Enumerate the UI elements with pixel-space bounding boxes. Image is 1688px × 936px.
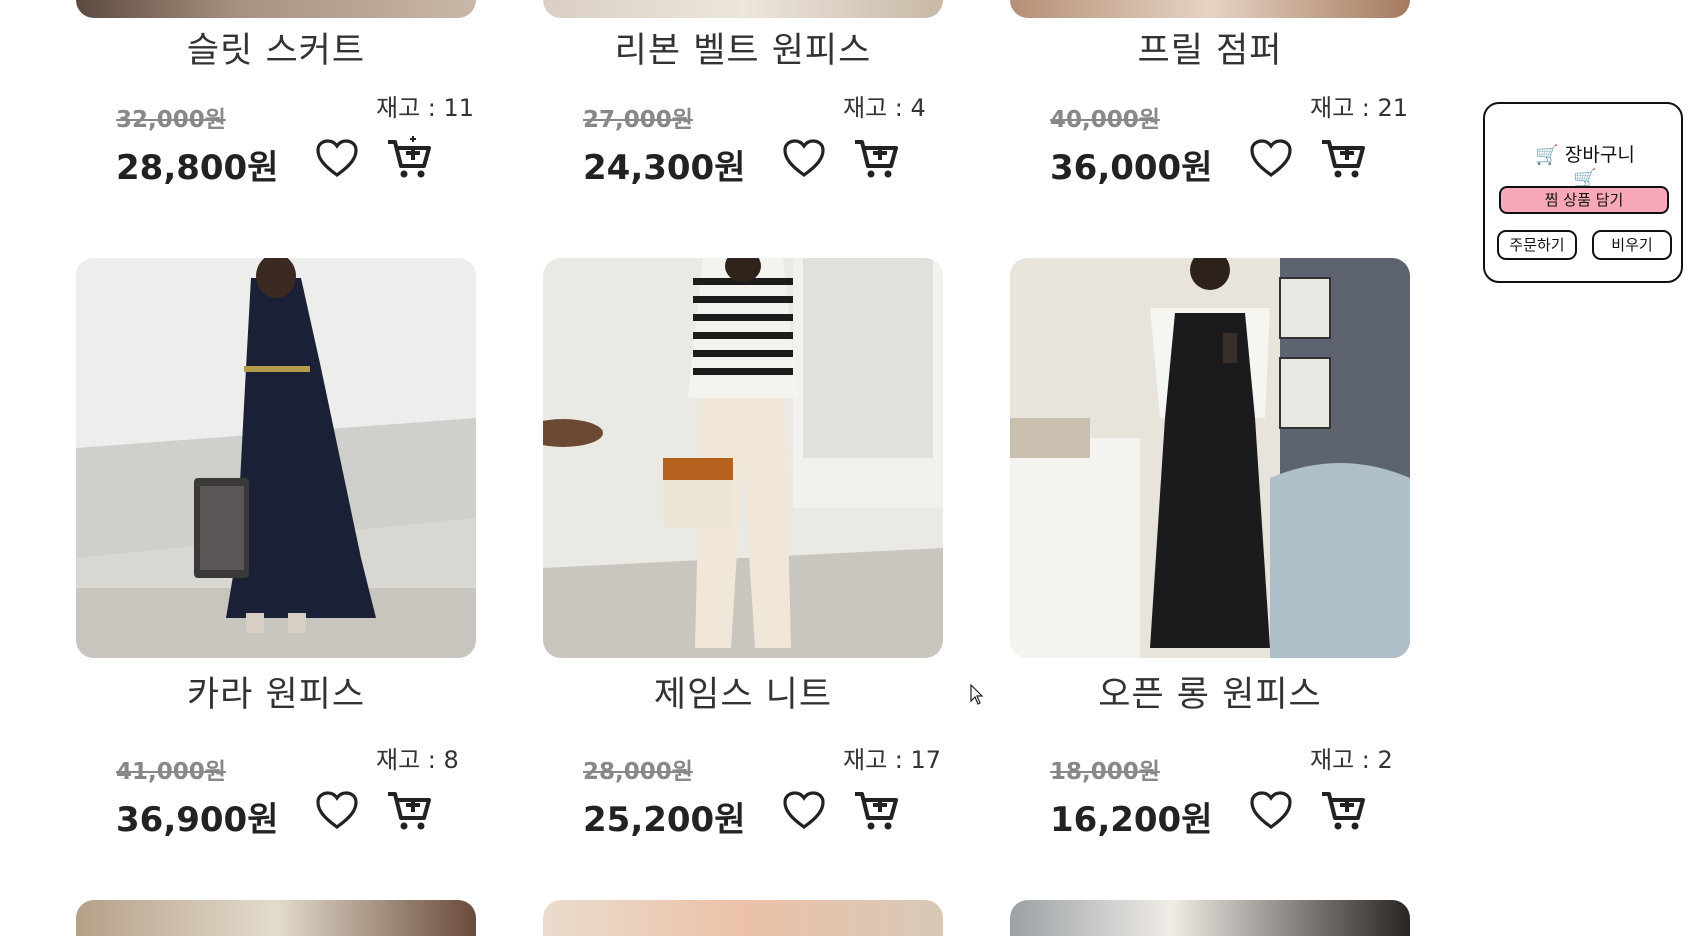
product-card[interactable]: 제임스 니트 28,000원 25,200원 재고 : 17 — [543, 258, 943, 848]
original-price: 27,000원 — [583, 107, 693, 133]
stock-count: 재고 : 8 — [376, 746, 459, 774]
original-price: 41,000원 — [116, 759, 226, 785]
cart-plus-icon[interactable] — [853, 786, 899, 832]
heart-icon[interactable] — [782, 138, 826, 178]
original-price: 32,000원 — [116, 107, 226, 133]
sale-price: 25,200원 — [583, 800, 746, 840]
stock-count: 재고 : 11 — [376, 94, 475, 122]
product-title: 프릴 점퍼 — [1137, 31, 1283, 71]
heart-icon[interactable] — [782, 790, 826, 830]
product-title: 오픈 롱 원피스 — [1098, 675, 1322, 715]
bottom-photo-2 — [543, 900, 943, 936]
top-photo-2 — [543, 0, 943, 18]
product-card[interactable]: 프릴 점퍼 40,000원 36,000원 재고 : 21 — [1010, 28, 1410, 208]
stock-count: 재고 : 2 — [1310, 746, 1393, 774]
sale-price: 28,800원 — [116, 148, 279, 188]
top-photo-1 — [76, 0, 476, 18]
heart-icon[interactable] — [315, 790, 359, 830]
order-button[interactable]: 주문하기 — [1497, 230, 1577, 260]
product-card[interactable]: 리본 벨트 원피스 27,000원 24,300원 재고 : 4 — [543, 28, 943, 208]
mouse-cursor-icon — [970, 684, 984, 705]
sale-price: 36,000원 — [1050, 148, 1213, 188]
stock-count: 재고 : 4 — [843, 94, 926, 122]
top-photo-3 — [1010, 0, 1410, 18]
cart-plus-icon[interactable] — [1320, 786, 1366, 832]
product-card[interactable]: 카라 원피스 41,000원 36,900원 재고 : 8 — [76, 258, 476, 848]
sale-price: 36,900원 — [116, 800, 279, 840]
product-title: 제임스 니트 — [653, 675, 833, 715]
cart-plus-icon[interactable] — [386, 786, 432, 832]
clear-cart-button[interactable]: 비우기 — [1592, 230, 1672, 260]
cart-plus-icon[interactable] — [853, 134, 899, 180]
original-price: 40,000원 — [1050, 107, 1160, 133]
product-card[interactable]: 오픈 롱 원피스 18,000원 16,200원 재고 : 2 — [1010, 258, 1410, 848]
sale-price: 16,200원 — [1050, 800, 1213, 840]
product-title: 리본 벨트 원피스 — [614, 31, 872, 71]
original-price: 28,000원 — [583, 759, 693, 785]
stock-count: 재고 : 21 — [1310, 94, 1409, 122]
sale-price: 24,300원 — [583, 148, 746, 188]
bottom-photo-3 — [1010, 900, 1410, 936]
heart-icon[interactable] — [1249, 790, 1293, 830]
heart-icon[interactable] — [315, 138, 359, 178]
product-card[interactable]: 슬릿 스커트 32,000원 28,800원 재고 : 11 — [76, 28, 476, 208]
product-title: 카라 원피스 — [186, 675, 366, 715]
bottom-photo-1 — [76, 900, 476, 936]
product-image[interactable] — [1010, 258, 1410, 658]
stock-count: 재고 : 17 — [843, 746, 942, 774]
cart-panel: 🛒 장바구니 🛒 찜 상품 담기 주문하기 비우기 — [1483, 102, 1683, 283]
original-price: 18,000원 — [1050, 759, 1160, 785]
heart-icon[interactable] — [1249, 138, 1293, 178]
product-image[interactable] — [543, 258, 943, 658]
add-wishlist-button[interactable]: 찜 상품 담기 — [1499, 186, 1669, 214]
product-title: 슬릿 스커트 — [186, 31, 366, 71]
cart-plus-icon[interactable] — [1320, 134, 1366, 180]
cart-plus-icon[interactable] — [386, 134, 432, 180]
product-image[interactable] — [76, 258, 476, 658]
